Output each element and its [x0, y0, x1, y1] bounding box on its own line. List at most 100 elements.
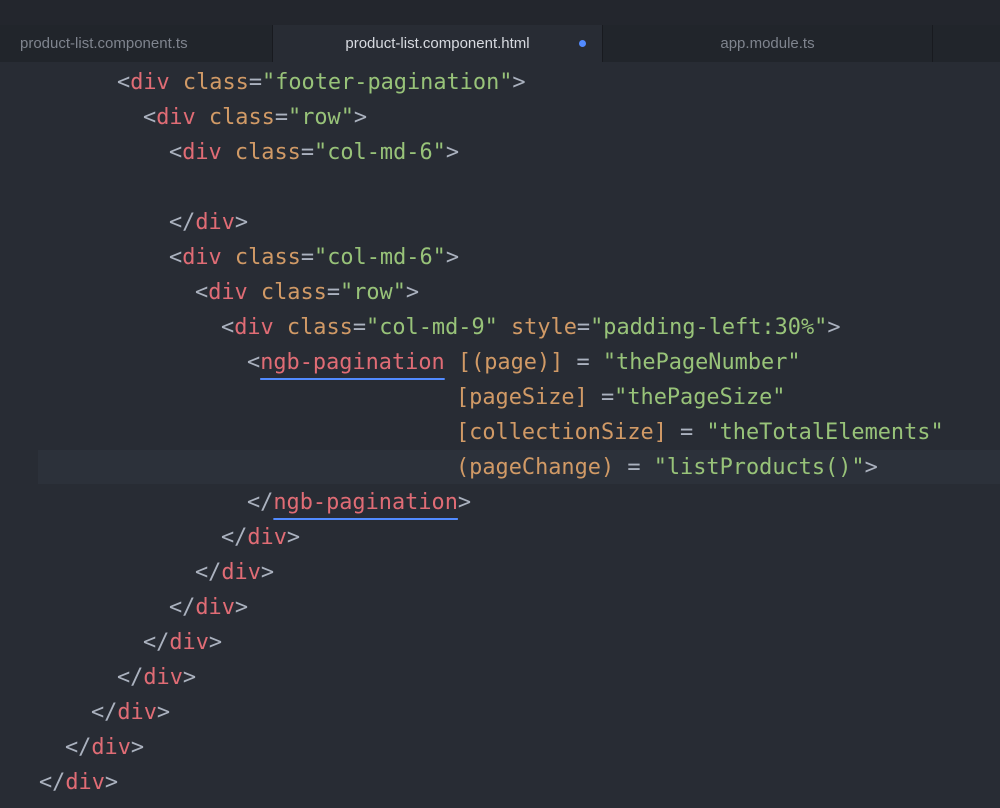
code-line: <div class="row"> — [195, 275, 419, 310]
code-token: = — [576, 315, 591, 340]
code-token: "thePageNumber" — [602, 350, 801, 375]
code-token: (pageChange) — [456, 455, 615, 480]
code-line: </div> — [117, 660, 196, 695]
code-token: </ — [65, 735, 92, 760]
code-token: > — [234, 595, 249, 620]
code-token: > — [445, 140, 459, 165]
code-line: <div class="col-md-6"> — [169, 240, 459, 275]
code-token: [pageSize] — [456, 385, 588, 410]
tab-bar: product-list.component.ts product-list.c… — [0, 25, 1000, 62]
code-token: class — [208, 105, 275, 130]
code-token: < — [169, 140, 183, 165]
code-token: div — [65, 770, 105, 795]
code-token: > — [405, 280, 420, 305]
tab-label: product-list.component.ts — [20, 35, 188, 52]
code-token: > — [182, 665, 197, 690]
code-token: [collectionSize] — [456, 420, 667, 445]
code-token: = — [326, 280, 341, 305]
code-token: [(page)] — [457, 350, 564, 375]
code-line: </div> — [169, 205, 248, 240]
code-token: div — [182, 245, 222, 270]
code-token: = — [614, 455, 654, 480]
code-token: div — [91, 735, 131, 760]
code-line: <div class="row"> — [143, 100, 367, 135]
code-token: > — [827, 315, 841, 340]
tab-product-list-component-html[interactable]: product-list.component.html — [273, 25, 603, 62]
code-token: </ — [169, 210, 196, 235]
unsaved-changes-dot-icon — [579, 40, 586, 47]
code-token: > — [286, 525, 301, 550]
code-token: > — [130, 735, 145, 760]
code-token: = — [563, 350, 603, 375]
code-token: = — [300, 245, 315, 270]
code-line: <div class="col-md-9" style="padding-lef… — [221, 310, 841, 345]
tab-label: product-list.component.html — [345, 35, 530, 52]
code-token: = — [587, 385, 615, 410]
code-token: div — [234, 315, 274, 340]
code-token: ngb-pagination — [260, 350, 445, 375]
code-token: < — [143, 105, 157, 130]
code-line: </div> — [143, 625, 222, 660]
code-token: > — [104, 770, 119, 795]
code-token: "footer-pagination" — [262, 70, 513, 95]
code-line: <div class="col-md-6"> — [169, 135, 459, 170]
code-line: </div> — [221, 520, 300, 555]
code-token: class — [286, 315, 353, 340]
code-token: </ — [143, 630, 170, 655]
code-token: div — [182, 140, 222, 165]
code-token: < — [117, 70, 131, 95]
code-token: class — [234, 140, 301, 165]
code-line: </div> — [169, 590, 248, 625]
code-token: "thePageSize" — [614, 385, 786, 410]
code-token: > — [260, 560, 275, 585]
code-token: > — [512, 70, 526, 95]
code-token: "col-md-9" — [366, 315, 498, 340]
code-token: div — [195, 595, 235, 620]
code-token: > — [234, 210, 249, 235]
code-token: = — [248, 70, 263, 95]
code-token: > — [208, 630, 223, 655]
code-token: < — [195, 280, 209, 305]
tab-app-module-ts[interactable]: app.module.ts — [603, 25, 933, 62]
code-line: [pageSize] ="thePageSize" — [456, 380, 786, 415]
code-token: </ — [169, 595, 196, 620]
code-token: </ — [195, 560, 222, 585]
code-token: div — [130, 70, 170, 95]
code-line: </div> — [39, 765, 118, 800]
code-token: > — [864, 455, 878, 480]
code-token: "row" — [340, 280, 406, 305]
code-token: </ — [39, 770, 66, 795]
code-token: </ — [91, 700, 118, 725]
code-token: class — [260, 280, 327, 305]
code-token: div — [169, 630, 209, 655]
code-token: div — [221, 560, 261, 585]
code-token: div — [208, 280, 248, 305]
code-token: div — [195, 210, 235, 235]
code-line: </ngb-pagination> — [247, 485, 471, 520]
code-token: = — [300, 140, 315, 165]
code-editor[interactable]: <div class="footer-pagination"> <div clas… — [0, 62, 1000, 808]
code-token: ngb-pagination — [273, 490, 458, 515]
code-line: </div> — [65, 730, 144, 765]
tab-product-list-component-ts[interactable]: product-list.component.ts — [0, 25, 273, 62]
code-token: < — [247, 350, 261, 375]
code-token: > — [156, 700, 171, 725]
code-token: div — [156, 105, 196, 130]
code-line: <ngb-pagination [(page)] = "thePageNumbe… — [247, 345, 801, 380]
code-token: </ — [221, 525, 248, 550]
code-token: "theTotalElements" — [706, 420, 944, 445]
code-token: = — [274, 105, 289, 130]
code-token: > — [353, 105, 368, 130]
tab-label: app.module.ts — [720, 35, 815, 52]
code-line: (pageChange) = "listProducts()"> — [456, 450, 878, 485]
code-token: div — [117, 700, 157, 725]
code-token: = — [666, 420, 707, 445]
code-token: style — [511, 315, 577, 340]
